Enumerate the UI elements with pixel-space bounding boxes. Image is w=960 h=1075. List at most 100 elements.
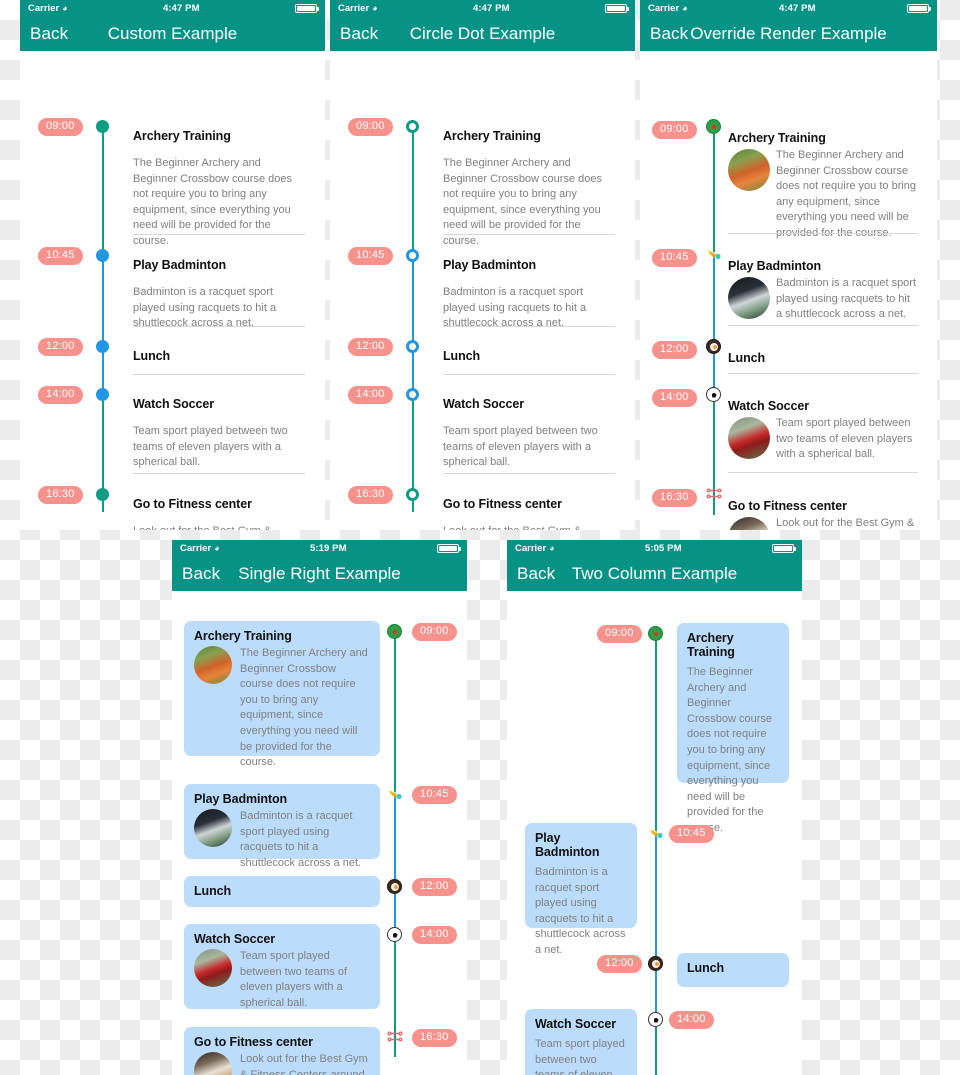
time-badge: 14:00 xyxy=(412,926,457,944)
event-title: Archery Training xyxy=(133,129,231,143)
timeline-dot[interactable] xyxy=(406,388,419,401)
nav-row: Back Override Render Example xyxy=(640,17,937,51)
archery-target-icon xyxy=(706,119,721,134)
status-right xyxy=(295,4,319,13)
battery-icon xyxy=(605,4,629,13)
event-card[interactable]: Archery Training The Beginner Archery and… xyxy=(184,621,380,768)
soccer-ball-icon xyxy=(706,387,721,402)
timeline-dot[interactable] xyxy=(96,249,109,262)
bento-box-icon xyxy=(706,339,721,354)
timeline-dot[interactable] xyxy=(406,488,419,501)
carrier-label: Carrier xyxy=(648,3,680,14)
status-right xyxy=(772,544,796,553)
event-title: Go to Fitness center xyxy=(133,497,252,511)
timeline-dot[interactable] xyxy=(406,249,419,262)
event-description: The Beginner Archery and Beginner Crossb… xyxy=(133,157,292,248)
time-badge: 16:30 xyxy=(652,489,697,507)
timeline-connector xyxy=(101,255,104,346)
back-button[interactable]: Back xyxy=(30,24,68,44)
event-title: Watch Soccer xyxy=(535,1017,617,1031)
event-title: Lunch xyxy=(687,961,724,975)
status-left: Carrier ◕ xyxy=(648,3,688,14)
event-card[interactable]: Go to Fitness center Look out for the Bes… xyxy=(184,1027,380,1075)
event-card-body: The Beginner Archery and Beginner Crossb… xyxy=(194,646,370,771)
timeline-connector xyxy=(411,346,414,394)
row-divider xyxy=(133,473,305,474)
timeline-body: 09:00 Archery Training The Beginner Archer… xyxy=(507,591,802,1075)
back-button[interactable]: Back xyxy=(517,564,555,584)
event-title: Play Badminton xyxy=(728,259,822,273)
time-badge: 09:00 xyxy=(597,625,642,643)
status-right xyxy=(907,4,931,13)
navbar: Carrier ◕ 4:47 PM Back Custom Example xyxy=(20,0,325,51)
timeline-connector xyxy=(713,255,715,347)
status-bar: Carrier ◕ 4:47 PM xyxy=(330,0,635,17)
event-card[interactable]: Lunch xyxy=(184,876,380,907)
timeline-connector xyxy=(713,395,715,495)
timeline-connector xyxy=(655,633,657,833)
timeline-dot[interactable] xyxy=(96,120,109,133)
time-badge: 12:00 xyxy=(38,338,83,356)
event-card[interactable]: Play Badminton Badminton is a racquet spo… xyxy=(525,823,637,956)
row-divider xyxy=(133,374,305,375)
timeline-connector xyxy=(394,794,396,886)
timeline-connector xyxy=(411,255,414,346)
back-button[interactable]: Back xyxy=(340,24,378,44)
timeline-dot[interactable] xyxy=(96,388,109,401)
event-description: Badminton is a racquet sport played usin… xyxy=(133,286,277,330)
back-button[interactable]: Back xyxy=(182,564,220,584)
timeline-connector xyxy=(394,631,396,794)
battery-icon xyxy=(907,4,931,13)
phone-screen-override-render-example: Carrier ◕ 4:47 PM Back Override Render E… xyxy=(640,0,937,530)
event-card[interactable]: Watch Soccer Team sport played between tw… xyxy=(184,924,380,1009)
archery-target-icon xyxy=(648,626,663,641)
timeline-dot[interactable] xyxy=(96,488,109,501)
back-button[interactable]: Back xyxy=(650,24,688,44)
status-left: Carrier ◕ xyxy=(180,543,220,554)
status-right xyxy=(605,4,629,13)
nav-row: Back Custom Example xyxy=(20,17,325,51)
time-badge: 09:00 xyxy=(38,118,83,136)
time-badge: 14:00 xyxy=(38,386,83,404)
event-card[interactable]: Archery Training The Beginner Archery and… xyxy=(677,623,789,834)
time-badge: 10:45 xyxy=(348,247,393,265)
time-badge: 09:00 xyxy=(652,121,697,139)
event-title: Archery Training xyxy=(728,131,826,145)
timeline-connector xyxy=(655,833,657,963)
event-description: Badminton is a racquet sport played usin… xyxy=(535,866,626,957)
archery-photo xyxy=(728,149,770,191)
navbar: Carrier ◕ 5:05 PM Back Two Column Exampl… xyxy=(507,540,802,591)
nav-row: Back Circle Dot Example xyxy=(330,17,635,51)
event-title: Watch Soccer xyxy=(133,397,215,411)
dumbbell-icon xyxy=(706,487,723,500)
row-divider xyxy=(728,472,918,473)
time-badge: 14:00 xyxy=(652,389,697,407)
status-left: Carrier ◕ xyxy=(515,543,555,554)
event-card[interactable]: Watch Soccer Team sport played between tw… xyxy=(525,1009,637,1075)
time-badge: 12:00 xyxy=(412,878,457,896)
timeline-dot[interactable] xyxy=(406,340,419,353)
timeline-connector xyxy=(411,394,414,494)
phone-screen-circle-dot-example: Carrier ◕ 4:47 PM Back Circle Dot Exampl… xyxy=(330,0,635,530)
event-title: Archery Training xyxy=(687,631,735,659)
carrier-label: Carrier xyxy=(28,3,60,14)
event-title: Go to Fitness center xyxy=(728,499,847,513)
row-divider xyxy=(728,233,918,234)
time-badge: 09:00 xyxy=(348,118,393,136)
event-card-body: Badminton is a racquet sport played usin… xyxy=(194,809,370,871)
event-card-body: Team sport played between two teams of e… xyxy=(194,949,370,1011)
row-divider xyxy=(728,373,918,374)
timeline-dot[interactable] xyxy=(406,120,419,133)
archery-target-icon xyxy=(387,624,402,639)
archery-photo xyxy=(194,646,232,684)
event-title: Go to Fitness center xyxy=(194,1035,313,1049)
time-badge: 10:45 xyxy=(669,825,714,843)
row-divider xyxy=(728,325,918,326)
event-card[interactable]: Play Badminton Badminton is a racquet spo… xyxy=(184,784,380,869)
timeline-dot[interactable] xyxy=(96,340,109,353)
badminton-photo xyxy=(728,277,770,319)
event-card[interactable]: Lunch xyxy=(677,953,789,987)
status-left: Carrier ◕ xyxy=(28,3,68,14)
event-title: Play Badminton xyxy=(443,258,537,272)
carrier-label: Carrier xyxy=(338,3,370,14)
